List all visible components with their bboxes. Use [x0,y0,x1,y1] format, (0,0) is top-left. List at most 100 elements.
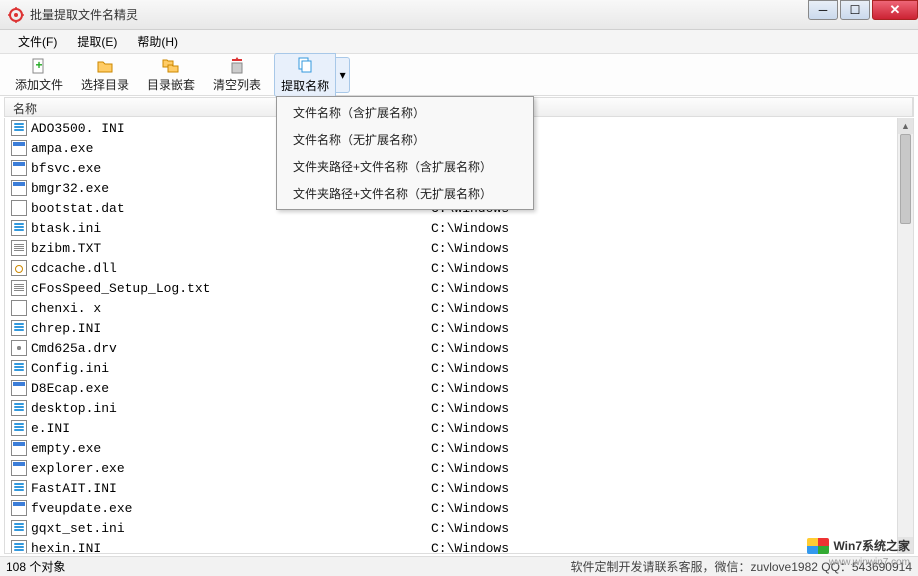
extract-dropdown-menu: 文件名称（含扩展名称） 文件名称（无扩展名称） 文件夹路径+文件名称（含扩展名称… [276,96,534,210]
table-row[interactable]: empty.exeC:\Windows [5,438,913,458]
ini-file-icon [11,520,27,536]
ini-file-icon [11,320,27,336]
table-row[interactable]: explorer.exeC:\Windows [5,458,913,478]
file-name: Cmd625a.drv [31,341,431,356]
table-row[interactable]: Config.iniC:\Windows [5,358,913,378]
file-path: C:\Windows [431,341,509,356]
file-path: C:\Windows [431,361,509,376]
table-row[interactable]: cFosSpeed_Setup_Log.txtC:\Windows [5,278,913,298]
table-row[interactable]: Cmd625a.drvC:\Windows [5,338,913,358]
file-name: FastAIT.INI [31,481,431,496]
clear-icon [228,57,246,75]
file-path: C:\Windows [431,481,509,496]
file-name: explorer.exe [31,461,431,476]
file-path: C:\Windows [431,541,509,555]
menubar: 文件(F) 提取(E) 帮助(H) [0,30,918,54]
window-controls: ─ ☐ ✕ [806,0,918,20]
file-path: C:\Windows [431,421,509,436]
table-row[interactable]: chenxi. xC:\Windows [5,298,913,318]
file-name: btask.ini [31,221,431,236]
clear-list-button[interactable]: 清空列表 [204,54,270,96]
add-file-icon: + [30,57,48,75]
dd-item-filename-noext[interactable]: 文件名称（无扩展名称） [279,126,531,153]
ini-file-icon [11,400,27,416]
ini-file-icon [11,360,27,376]
watermark-url: www.winwin7.com [829,557,910,568]
file-path: C:\Windows [431,501,509,516]
file-path: C:\Windows [431,301,509,316]
extract-name-button[interactable]: 提取名称 ▾ [274,53,350,97]
watermark: Win7系统之家 [807,537,910,554]
table-row[interactable]: desktop.iniC:\Windows [5,398,913,418]
file-path: C:\Windows [431,441,509,456]
dd-item-filename-ext[interactable]: 文件名称（含扩展名称） [279,99,531,126]
file-path: C:\Windows [431,241,509,256]
add-file-button[interactable]: + 添加文件 [6,54,72,96]
minimize-button[interactable]: ─ [808,0,838,20]
file-path: C:\Windows [431,381,509,396]
select-dir-label: 选择目录 [81,76,129,93]
table-row[interactable]: hexin.INIC:\Windows [5,538,913,554]
exe-file-icon [11,160,27,176]
ini-file-icon [11,480,27,496]
nest-dir-label: 目录嵌套 [147,76,195,93]
table-row[interactable]: gqxt_set.iniC:\Windows [5,518,913,538]
exe-file-icon [11,140,27,156]
file-name: chrep.INI [31,321,431,336]
window-title: 批量提取文件名精灵 [30,6,138,23]
file-path: C:\Windows [431,221,509,236]
exe-file-icon [11,500,27,516]
file-name: cdcache.dll [31,261,431,276]
exe-file-icon [11,460,27,476]
table-row[interactable]: D8Ecap.exeC:\Windows [5,378,913,398]
vertical-scrollbar[interactable]: ▲ ▼ [897,118,913,553]
txt-file-icon [11,240,27,256]
file-path: C:\Windows [431,261,509,276]
close-button[interactable]: ✕ [872,0,918,20]
drv-file-icon [11,340,27,356]
statusbar: 108 个对象 软件定制开发请联系客服，微信：zuvlove1982 QQ：54… [0,556,918,576]
table-row[interactable]: e.INIC:\Windows [5,418,913,438]
file-name: chenxi. x [31,301,431,316]
table-row[interactable]: FastAIT.INIC:\Windows [5,478,913,498]
dd-item-path-filename-ext[interactable]: 文件夹路径+文件名称（含扩展名称） [279,153,531,180]
table-row[interactable]: fveupdate.exeC:\Windows [5,498,913,518]
dd-item-path-filename-noext[interactable]: 文件夹路径+文件名称（无扩展名称） [279,180,531,207]
table-row[interactable]: cdcache.dllC:\Windows [5,258,913,278]
ini-file-icon [11,540,27,554]
toolbar: + 添加文件 选择目录 目录嵌套 清空列表 提取名称 ▾ [0,54,918,96]
file-path: C:\Windows [431,281,509,296]
windows-flag-icon [807,538,829,554]
scroll-track[interactable] [898,134,913,537]
titlebar: 批量提取文件名精灵 ─ ☐ ✕ [0,0,918,30]
file-name: D8Ecap.exe [31,381,431,396]
file-path: C:\Windows [431,401,509,416]
menu-help[interactable]: 帮助(H) [127,30,188,53]
extract-dropdown-arrow[interactable]: ▾ [336,57,350,93]
menu-extract[interactable]: 提取(E) [67,30,127,53]
file-name: fveupdate.exe [31,501,431,516]
add-file-label: 添加文件 [15,76,63,93]
clear-list-label: 清空列表 [213,76,261,93]
file-name: cFosSpeed_Setup_Log.txt [31,281,431,296]
table-row[interactable]: chrep.INIC:\Windows [5,318,913,338]
menu-file[interactable]: 文件(F) [8,30,67,53]
table-row[interactable]: btask.iniC:\Windows [5,218,913,238]
select-dir-button[interactable]: 选择目录 [72,54,138,96]
scroll-thumb[interactable] [900,134,911,224]
txt-file-icon [11,280,27,296]
table-row[interactable]: bzibm.TXTC:\Windows [5,238,913,258]
file-name: empty.exe [31,441,431,456]
maximize-button[interactable]: ☐ [840,0,870,20]
file-name: e.INI [31,421,431,436]
copy-icon [296,56,314,77]
scroll-up-arrow[interactable]: ▲ [898,118,913,134]
exe-file-icon [11,180,27,196]
file-path: C:\Windows [431,521,509,536]
folder-icon [96,57,114,75]
file-path: C:\Windows [431,461,509,476]
x-file-icon [11,300,27,316]
dll-file-icon [11,260,27,276]
status-count: 108 个对象 [6,558,65,575]
nest-dir-button[interactable]: 目录嵌套 [138,54,204,96]
